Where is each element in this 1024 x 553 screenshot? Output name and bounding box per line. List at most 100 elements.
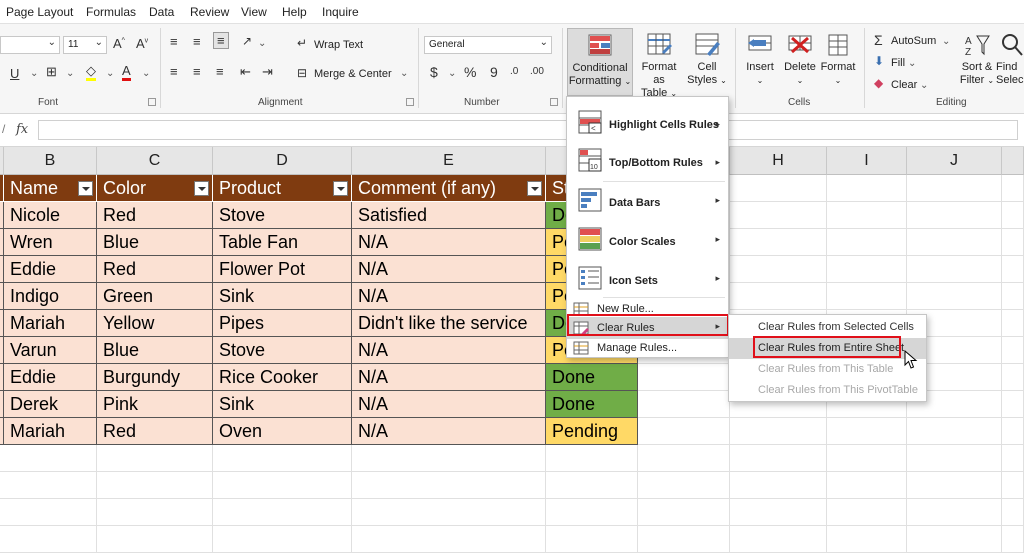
table-cell-name[interactable]: Wren	[4, 229, 97, 256]
empty-cell[interactable]	[730, 526, 827, 553]
menu-page-layout[interactable]: Page Layout	[6, 5, 73, 19]
menu-help[interactable]: Help	[282, 5, 307, 19]
empty-cell[interactable]	[97, 472, 213, 499]
empty-cell[interactable]	[730, 499, 827, 526]
empty-cell[interactable]	[1002, 337, 1024, 364]
column-header-h[interactable]: H	[730, 147, 827, 175]
empty-cell[interactable]	[827, 472, 907, 499]
table-cell-name[interactable]: Mariah	[4, 310, 97, 337]
menu-item-data-bars[interactable]: Data Bars ▸	[567, 183, 728, 219]
table-cell-color[interactable]: Green	[97, 283, 213, 310]
decrease-decimal-icon[interactable]: .00	[530, 66, 544, 77]
table-cell-color[interactable]: Burgundy	[97, 364, 213, 391]
increase-decimal-icon[interactable]: .0	[510, 66, 518, 77]
table-cell-product[interactable]: Sink	[213, 283, 352, 310]
table-cell-color[interactable]: Red	[97, 202, 213, 229]
insert-function-icon[interactable]: fx	[16, 122, 28, 137]
table-cell-status[interactable]: Pending	[546, 418, 638, 445]
wrap-text-button[interactable]: Wrap Text	[314, 39, 363, 51]
empty-cell[interactable]	[730, 229, 827, 256]
empty-cell[interactable]	[638, 391, 730, 418]
empty-cell[interactable]	[907, 256, 1002, 283]
empty-cell[interactable]	[1002, 472, 1024, 499]
empty-cell[interactable]	[1002, 364, 1024, 391]
table-cell-product[interactable]: Stove	[213, 202, 352, 229]
align-bottom-icon[interactable]: ≡	[213, 32, 229, 49]
table-cell-product[interactable]: Table Fan	[213, 229, 352, 256]
empty-cell[interactable]	[546, 499, 638, 526]
chevron-down-icon[interactable]: ⌄	[942, 36, 950, 47]
chevron-down-icon[interactable]: ⌄	[142, 68, 150, 79]
empty-cell[interactable]	[907, 229, 1002, 256]
empty-cell[interactable]	[638, 445, 730, 472]
table-cell-comment[interactable]: Didn't like the service	[352, 310, 546, 337]
chevron-down-icon[interactable]: ⌄	[908, 58, 916, 69]
delete-button[interactable]: Delete ⌄	[780, 32, 820, 87]
chevron-down-icon[interactable]: ⌄	[920, 80, 928, 91]
font-size-combo[interactable]: 11 ⌄	[63, 36, 107, 54]
table-cell-comment[interactable]: N/A	[352, 337, 546, 364]
table-cell-status[interactable]: Done	[546, 391, 638, 418]
empty-cell[interactable]	[1002, 445, 1024, 472]
table-cell-comment[interactable]: N/A	[352, 229, 546, 256]
comment-header[interactable]: Comment (if any)	[352, 175, 546, 202]
empty-cell[interactable]	[1002, 256, 1024, 283]
font-color-icon[interactable]: A	[122, 64, 131, 81]
empty-cell[interactable]	[827, 499, 907, 526]
empty-cell[interactable]	[1002, 526, 1024, 553]
empty-cell[interactable]	[546, 445, 638, 472]
empty-cell[interactable]	[730, 256, 827, 283]
chevron-down-icon[interactable]: ⌄	[106, 68, 114, 79]
autosum-icon[interactable]: Σ	[874, 32, 883, 48]
empty-cell[interactable]	[1002, 202, 1024, 229]
color-header[interactable]: Color	[97, 175, 213, 202]
empty-cell[interactable]	[638, 526, 730, 553]
merge-center-button[interactable]: Merge & Center	[314, 68, 392, 80]
formula-input[interactable]	[38, 120, 1018, 140]
menu-item-manage-rules[interactable]: Manage Rules...	[567, 338, 728, 358]
column-header-e[interactable]: E	[352, 147, 546, 175]
align-middle-icon[interactable]: ≡	[193, 34, 201, 49]
decrease-font-icon[interactable]: Av	[136, 36, 148, 51]
filter-dropdown-icon[interactable]	[527, 181, 542, 196]
alignment-dialog-launcher-icon[interactable]	[406, 98, 414, 106]
increase-indent-icon[interactable]: ⇥	[262, 64, 273, 80]
empty-cell[interactable]	[97, 499, 213, 526]
empty-cell[interactable]	[730, 445, 827, 472]
column-header-d[interactable]: D	[213, 147, 352, 175]
empty-cell[interactable]	[907, 202, 1002, 229]
table-cell-color[interactable]: Pink	[97, 391, 213, 418]
empty-cell[interactable]	[352, 472, 546, 499]
column-header-c[interactable]: C	[97, 147, 213, 175]
empty-cell[interactable]	[638, 418, 730, 445]
empty-cell[interactable]	[827, 445, 907, 472]
column-header-k[interactable]	[1002, 147, 1024, 175]
table-cell-name[interactable]: Eddie	[4, 256, 97, 283]
empty-cell[interactable]	[1002, 499, 1024, 526]
currency-icon[interactable]: $	[430, 64, 438, 80]
format-as-table-button[interactable]: Format as Table ⌄	[636, 32, 682, 100]
cell-styles-button[interactable]: Cell Styles ⌄	[684, 32, 730, 87]
menu-formulas[interactable]: Formulas	[86, 5, 136, 19]
merge-center-icon[interactable]: ⊟	[297, 66, 307, 80]
menu-item-icon-sets[interactable]: Icon Sets ▸	[567, 261, 728, 297]
find-select-button[interactable]: Find Selec	[996, 32, 1024, 87]
chevron-down-icon[interactable]: ⌄	[66, 68, 74, 79]
empty-cell[interactable]	[730, 418, 827, 445]
percent-icon[interactable]: %	[464, 64, 476, 80]
empty-cell[interactable]	[213, 499, 352, 526]
table-cell-name[interactable]: Varun	[4, 337, 97, 364]
empty-cell[interactable]	[638, 364, 730, 391]
empty-cell[interactable]	[907, 175, 1002, 202]
empty-cell[interactable]	[0, 526, 97, 553]
chevron-down-icon[interactable]: ⌄	[448, 68, 456, 79]
table-cell-color[interactable]: Yellow	[97, 310, 213, 337]
empty-cell[interactable]	[730, 283, 827, 310]
empty-cell[interactable]	[638, 472, 730, 499]
empty-cell[interactable]	[1002, 391, 1024, 418]
empty-cell[interactable]	[97, 445, 213, 472]
empty-cell[interactable]	[1002, 418, 1024, 445]
conditional-formatting-button[interactable]: Conditional Formatting ⌄	[567, 28, 633, 96]
chevron-down-icon[interactable]: ⌄	[400, 68, 408, 79]
empty-cell[interactable]	[730, 472, 827, 499]
